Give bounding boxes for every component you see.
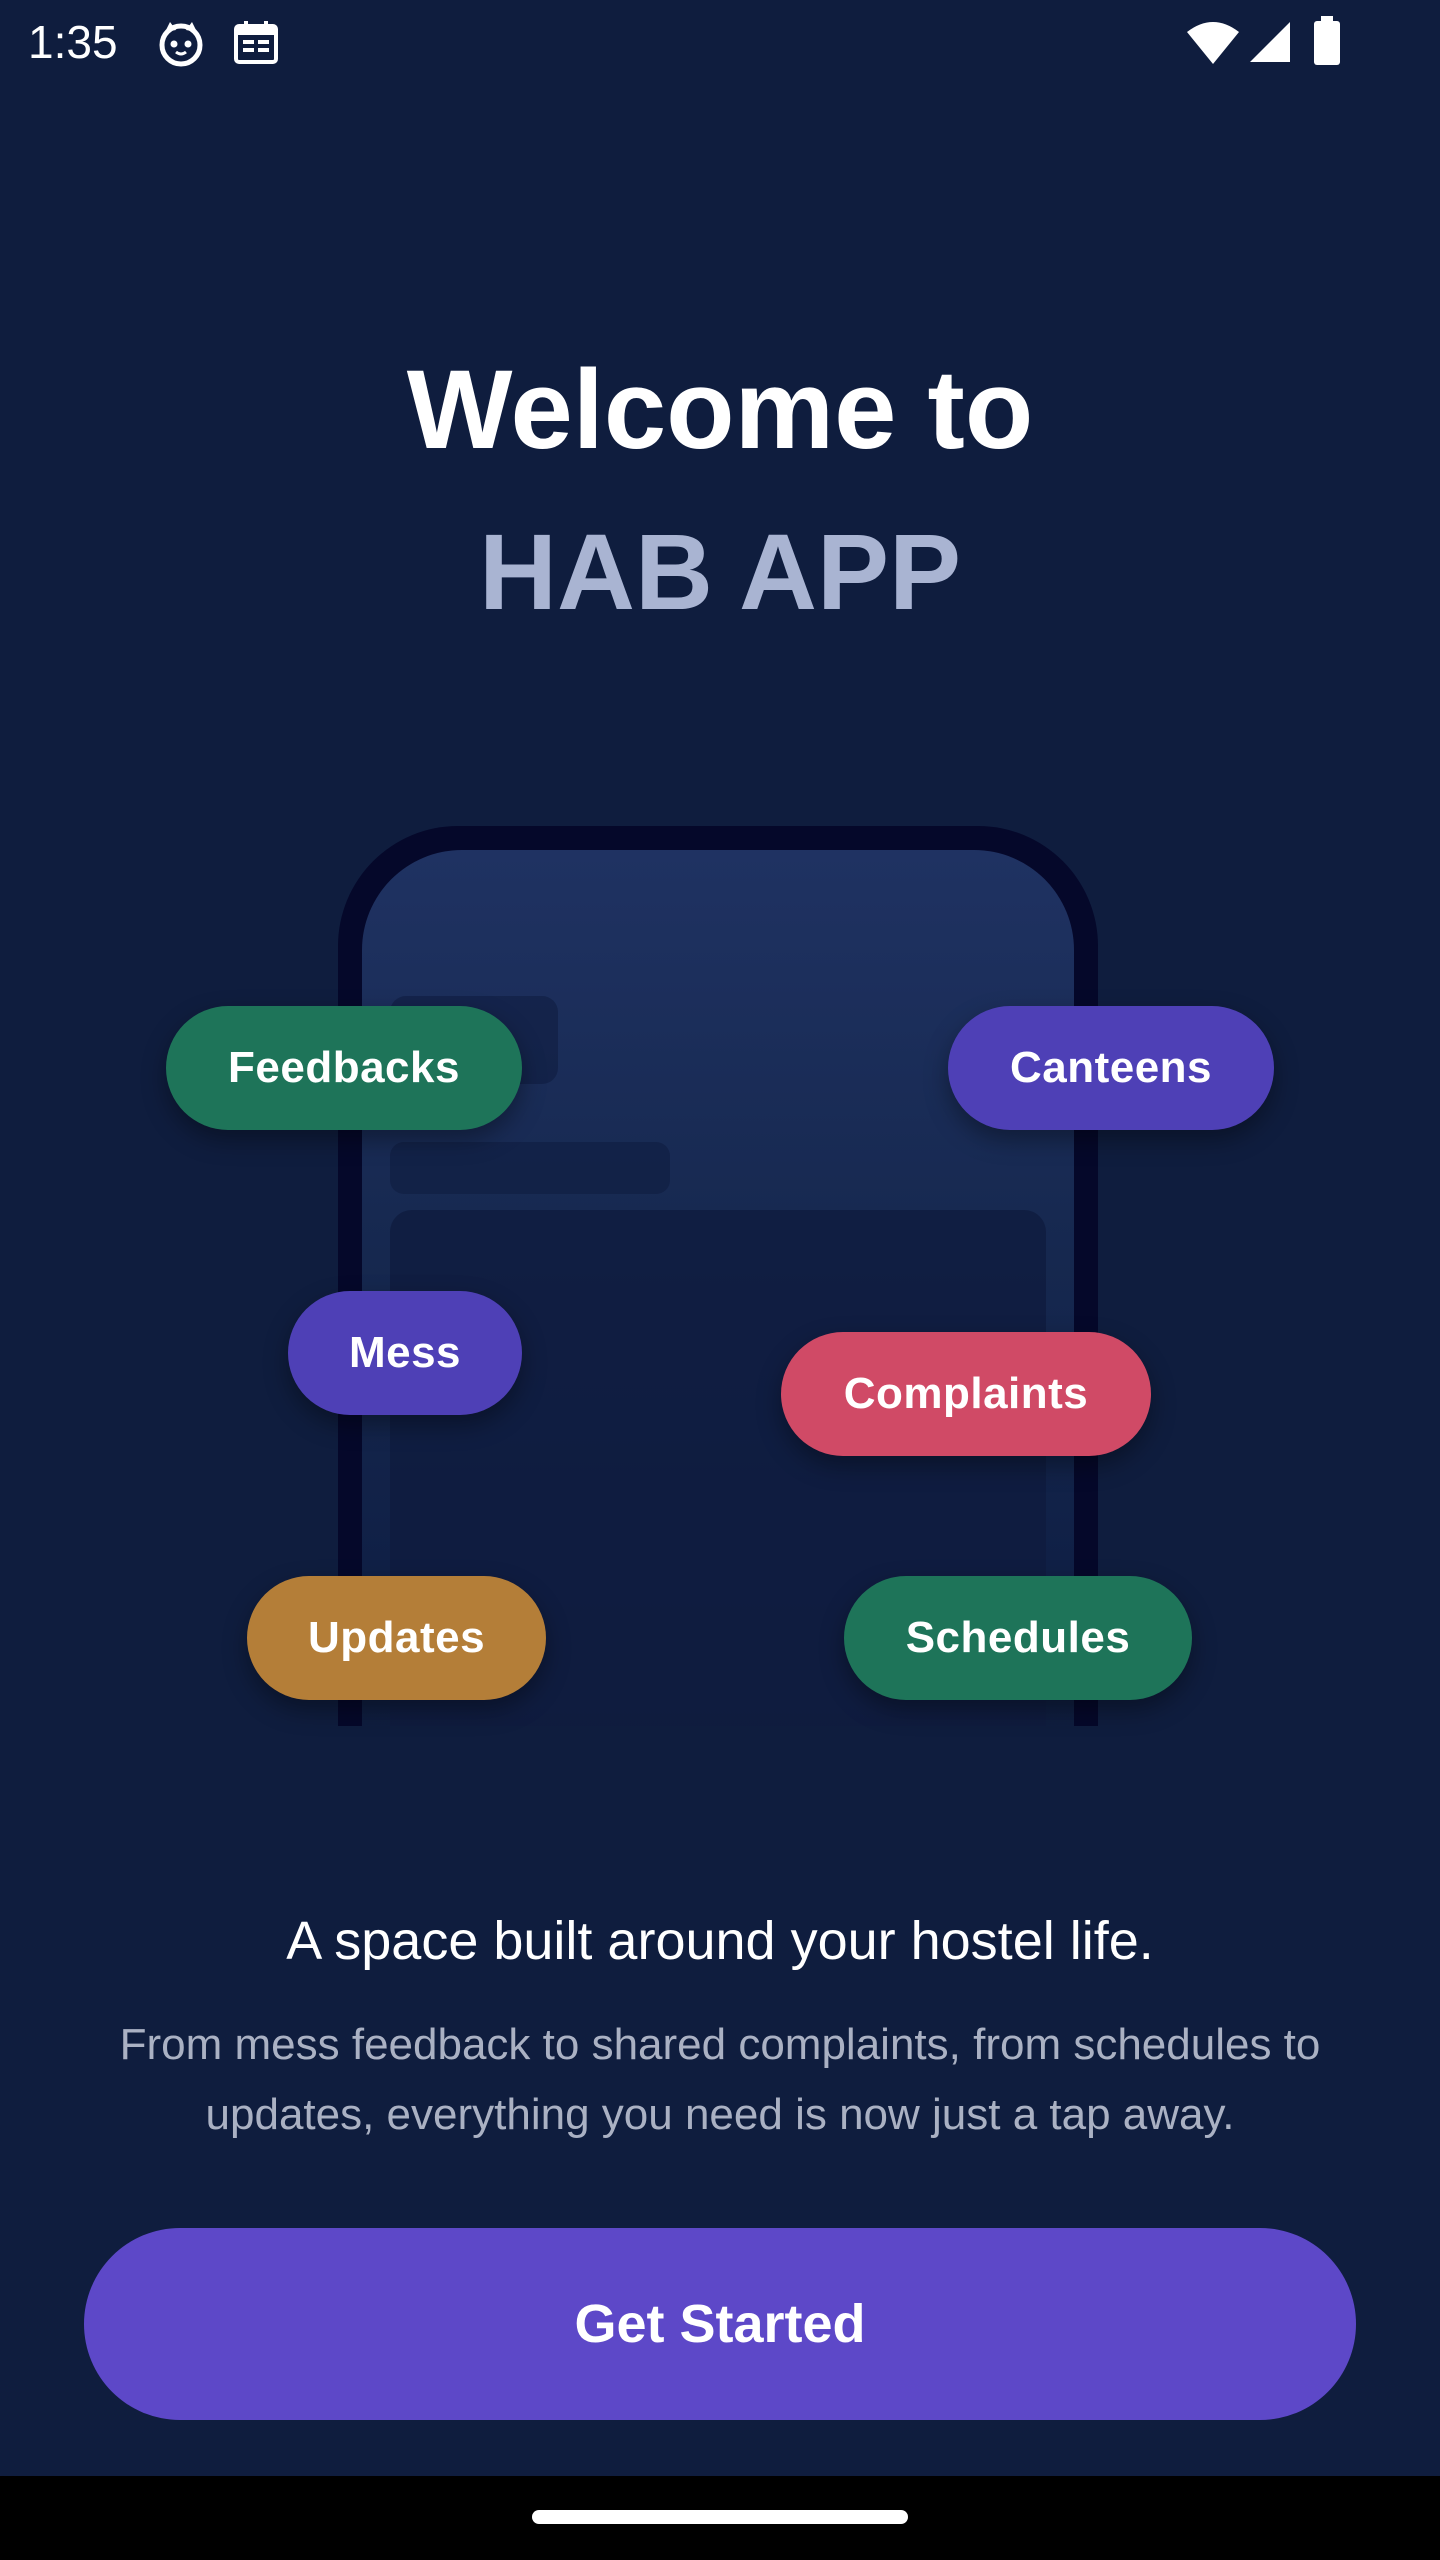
description: From mess feedback to shared complaints,… [119,2020,1321,2139]
app-name-heading: HAB APP [478,511,962,632]
feature-pill-updates: Updates [247,1576,546,1700]
feature-pill-feedbacks: Feedbacks [166,1006,522,1130]
battery-icon [1312,16,1342,71]
feature-pill-mess: Mess [288,1291,522,1415]
pill-label: Mess [348,1328,462,1377]
cat-face-icon [156,18,206,73]
cellular-signal-icon [1248,20,1292,69]
wifi-icon [1186,20,1240,71]
status-time: 1:35 [28,16,118,68]
placeholder-block [390,1142,670,1194]
calendar-icon [232,18,280,71]
navigation-bar [0,2476,1440,2560]
feature-pill-canteens: Canteens [948,1006,1274,1130]
feature-pill-complaints: Complaints [781,1332,1151,1456]
pill-label: Schedules [905,1613,1131,1662]
tagline: A space built around your hostel life. [286,1911,1154,1971]
pill-label: Complaints [843,1369,1089,1418]
pill-label: Updates [307,1613,486,1662]
welcome-screen: 1:35 Welcome to HAB APP Feedbacks Cantee… [0,0,1440,2560]
home-gesture-handle[interactable] [532,2510,908,2524]
welcome-heading: Welcome to [406,347,1034,472]
get-started-button[interactable]: Get Started [84,2228,1356,2420]
status-bar: 1:35 [0,0,1440,84]
feature-pill-schedules: Schedules [844,1576,1192,1700]
pill-label: Canteens [1009,1043,1213,1092]
pill-label: Feedbacks [228,1043,460,1092]
